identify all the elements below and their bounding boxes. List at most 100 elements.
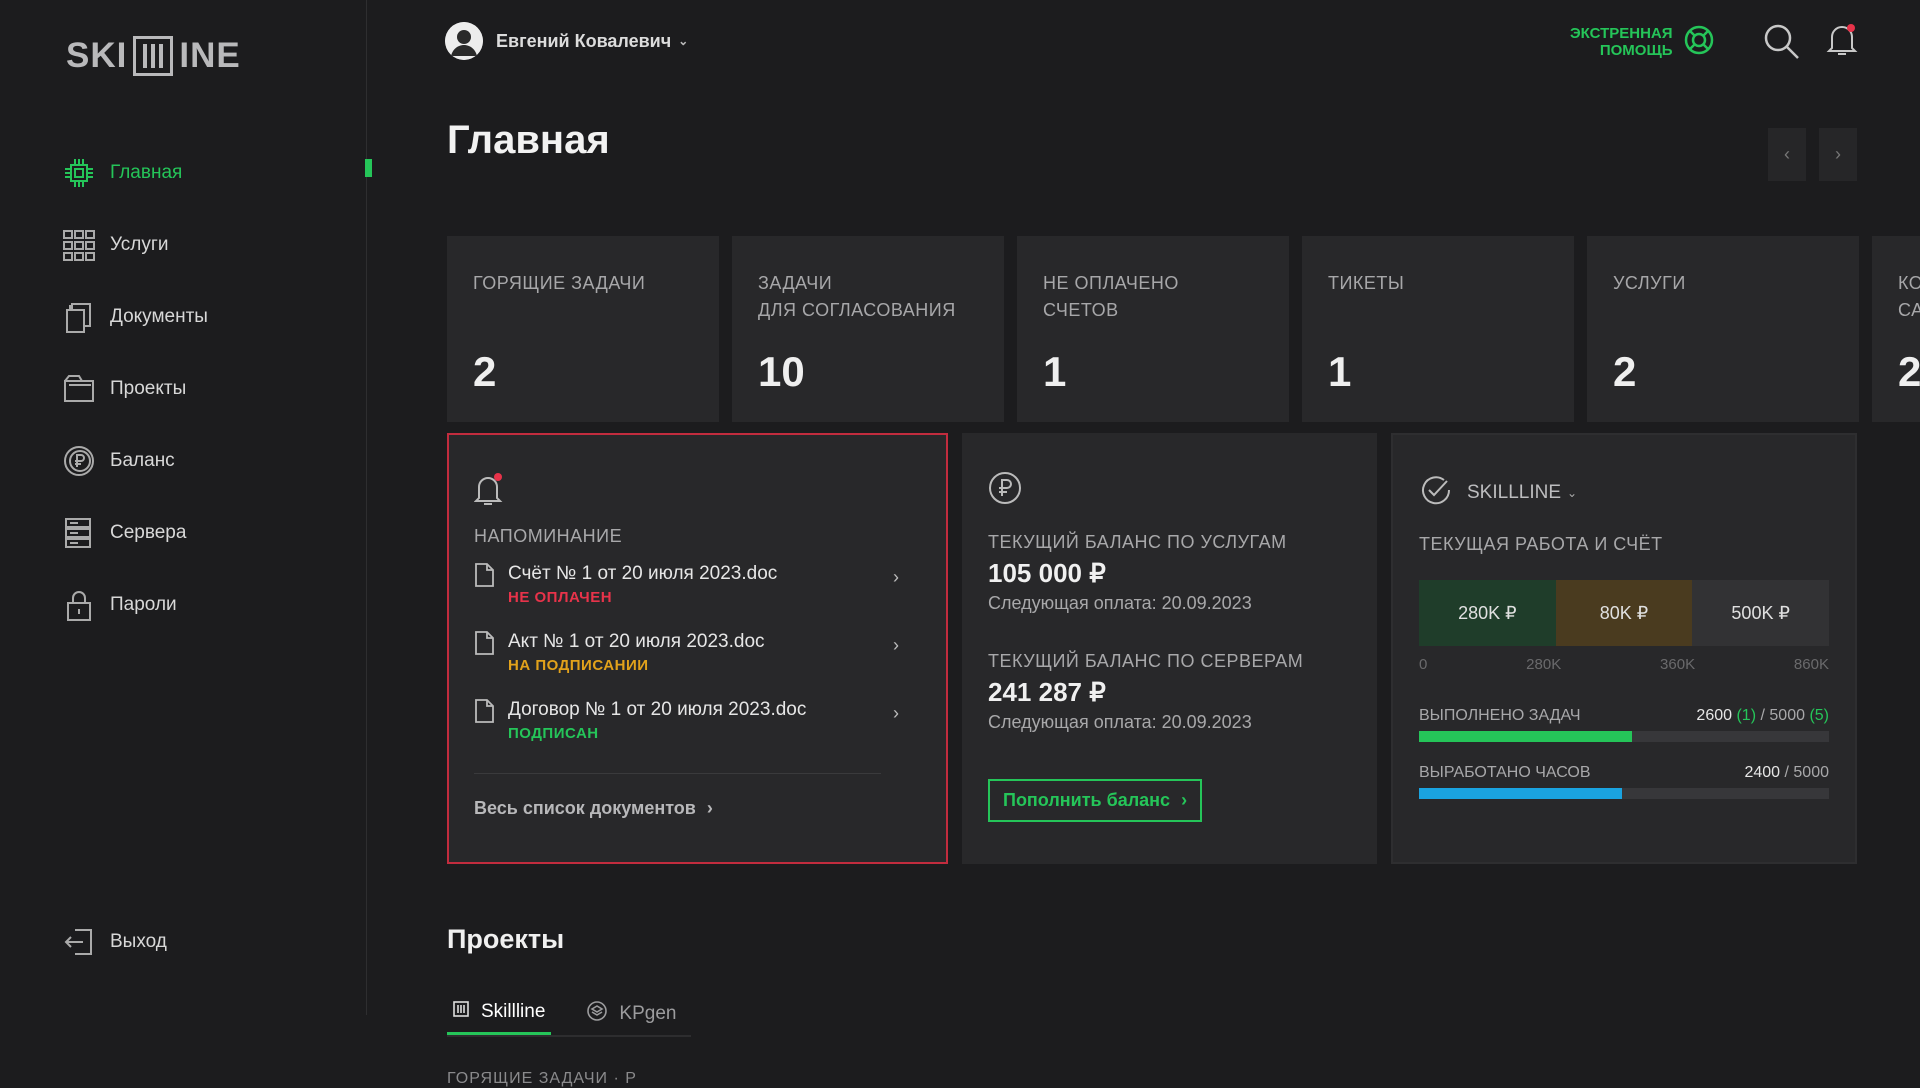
hours-progress-fill — [1419, 788, 1622, 799]
stat-label: ЗАДАЧИ ДЛЯ СОГЛАСОВАНИЯ — [758, 273, 956, 320]
sidebar-item-servers[interactable]: Сервера — [62, 497, 366, 569]
doc-item[interactable]: Договор № 1 от 20 июля 2023.doc ПОДПИСАН … — [474, 699, 921, 767]
segment-scale: 0 280K 360K 860K — [1419, 656, 1829, 673]
search-icon[interactable] — [1762, 22, 1800, 65]
prev-button[interactable]: ‹ — [1768, 128, 1806, 181]
tab-kpgen[interactable]: KPgen — [581, 992, 682, 1035]
doc-status: НА ПОДПИСАНИИ — [508, 657, 649, 674]
doc-name: Акт № 1 от 20 июля 2023.doc — [508, 631, 765, 652]
work-card: SKILLLINE ⌄ ТЕКУЩАЯ РАБОТА И СЧЁТ 280K ₽… — [1391, 433, 1857, 864]
sidebar-item-label: Баланс — [110, 450, 175, 471]
stat-value: 2 — [1613, 348, 1637, 395]
user-name: Евгений Ковалевич — [496, 30, 672, 51]
stat-hot-tasks[interactable]: ГОРЯЩИЕ ЗАДАЧИ 2 — [447, 236, 719, 422]
work-title: ТЕКУЩАЯ РАБОТА И СЧЁТ — [1419, 534, 1663, 554]
scale-tick: 0 — [1419, 656, 1428, 673]
documents-icon — [62, 300, 96, 334]
segment-paid[interactable]: 280K ₽ — [1419, 580, 1556, 646]
stat-value: 2 — [473, 348, 497, 395]
tasks-done-count: (1) — [1736, 707, 1757, 724]
projects-tabs: Skillline KPgen — [447, 992, 691, 1037]
notification-bell-icon[interactable] — [1826, 22, 1858, 63]
logout-button[interactable]: Выход — [62, 906, 366, 978]
bell-alert-icon — [473, 473, 921, 512]
sidebar-item-label: Проекты — [110, 378, 187, 399]
scale-tick: 360K — [1660, 656, 1696, 673]
doc-name: Договор № 1 от 20 июля 2023.doc — [508, 699, 807, 720]
stat-label: УСЛУГИ — [1613, 273, 1686, 293]
emergency-line2: ПОМОЩЬ — [1599, 42, 1673, 59]
hours-separator: / — [1784, 764, 1789, 781]
logo-text-end: INE — [179, 36, 241, 75]
hours-done: 2400 — [1744, 764, 1781, 781]
sidebar-item-passwords[interactable]: Пароли — [62, 569, 366, 641]
tasks-done: 2600 — [1696, 707, 1733, 724]
tab-skillline[interactable]: Skillline — [447, 992, 552, 1035]
ruble-coin-icon — [62, 444, 96, 478]
logo[interactable]: SKI INE — [66, 36, 241, 76]
sidebar-item-label: Услуги — [110, 234, 169, 255]
logout-icon — [62, 925, 96, 959]
stat-tasks-approval[interactable]: ЗАДАЧИ ДЛЯ СОГЛАСОВАНИЯ 10 — [732, 236, 1004, 422]
segment-pending[interactable]: 80K ₽ — [1555, 580, 1693, 646]
doc-status: ПОДПИСАН — [508, 725, 599, 742]
sidebar-item-projects[interactable]: Проекты — [62, 353, 366, 425]
chevron-down-icon: ⌄ — [1567, 485, 1578, 500]
segment-remaining[interactable]: 500K ₽ — [1692, 580, 1830, 646]
hours-progress-track — [1419, 788, 1829, 799]
file-icon — [474, 631, 494, 660]
skillline-logo-icon — [453, 1001, 469, 1023]
tasks-separator: / — [1760, 707, 1765, 724]
stat-value: 1 — [1043, 348, 1067, 395]
stat-label: КО СА — [1898, 273, 1920, 320]
page-title: Главная — [447, 118, 610, 162]
servers-balance-title: ТЕКУЩИЙ БАЛАНС ПО СЕРВЕРАМ — [988, 651, 1304, 671]
file-icon — [474, 563, 494, 592]
sidebar-item-balance[interactable]: Баланс — [62, 425, 366, 497]
stat-value: 1 — [1328, 348, 1352, 395]
chevron-right-icon: › — [1181, 790, 1188, 810]
stat-services[interactable]: УСЛУГИ 2 — [1587, 236, 1859, 422]
servers-next-payment: Следующая оплата: 20.09.2023 — [988, 712, 1252, 732]
sidebar-item-label: Главная — [110, 162, 183, 183]
stats-row: ГОРЯЩИЕ ЗАДАЧИ 2 ЗАДАЧИ ДЛЯ СОГЛАСОВАНИЯ … — [447, 236, 1920, 422]
doc-item[interactable]: Акт № 1 от 20 июля 2023.doc НА ПОДПИСАНИИ… — [474, 631, 921, 699]
next-button[interactable]: › — [1819, 128, 1857, 181]
stat-label: НЕ ОПЛАЧЕНО СЧЕТОВ — [1043, 273, 1179, 320]
user-menu[interactable]: Евгений Ковалевич ⌄ — [445, 22, 688, 60]
active-marker — [365, 159, 372, 177]
doc-name: Счёт № 1 от 20 июля 2023.doc — [508, 563, 778, 584]
emergency-help-button[interactable]: ЭКСТРЕННАЯ ПОМОЩЬ — [1570, 24, 1715, 60]
stat-tickets[interactable]: ТИКЕТЫ 1 — [1302, 236, 1574, 422]
topup-button[interactable]: Пополнить баланс › — [988, 779, 1203, 822]
sidebar-item-label: Документы — [110, 306, 208, 327]
projects-title: Проекты — [447, 924, 565, 954]
tab-label: KPgen — [619, 1002, 677, 1024]
reminder-card: НАПОМИНАНИЕ Счёт № 1 от 20 июля 2023.doc… — [447, 433, 948, 864]
sidebar-item-services[interactable]: Услуги — [62, 209, 366, 281]
doc-item[interactable]: Счёт № 1 от 20 июля 2023.doc НЕ ОПЛАЧЕН › — [474, 563, 921, 631]
sidebar-item-home[interactable]: Главная — [62, 137, 372, 209]
tasks-progress-fill — [1419, 731, 1633, 742]
tab-label: Skillline — [481, 1001, 546, 1022]
services-balance-title: ТЕКУЩИЙ БАЛАНС ПО УСЛУГАМ — [988, 532, 1287, 552]
stat-unpaid-invoices[interactable]: НЕ ОПЛАЧЕНО СЧЕТОВ 1 — [1017, 236, 1289, 422]
sidebar-divider — [366, 0, 367, 1015]
logout-label: Выход — [110, 931, 167, 952]
logo-text-start: SKI — [66, 36, 128, 75]
company-selector[interactable]: SKILLLINE ⌄ — [1419, 473, 1829, 512]
chevron-right-icon: › — [893, 635, 899, 655]
doc-status: НЕ ОПЛАЧЕН — [508, 589, 613, 606]
tasks-progress-row: ВЫПОЛНЕНО ЗАДАЧ 2600 (1) / 5000 (5) — [1419, 707, 1829, 725]
stat-value: 10 — [758, 348, 805, 395]
stat-partial[interactable]: КО СА 2 — [1872, 236, 1920, 422]
chevron-right-icon: › — [893, 703, 899, 723]
services-balance-amount: 105 000 ₽ — [988, 558, 1106, 588]
sidebar-nav: Главная Услуги Документы Проекты Баланс … — [62, 137, 372, 641]
sidebar-item-documents[interactable]: Документы — [62, 281, 366, 353]
scale-tick: 280K — [1526, 656, 1562, 673]
tasks-total: 5000 — [1769, 707, 1805, 724]
ruble-icon — [988, 471, 1351, 510]
all-documents-link[interactable]: Весь список документов › — [474, 798, 713, 819]
chip-icon — [62, 156, 96, 190]
